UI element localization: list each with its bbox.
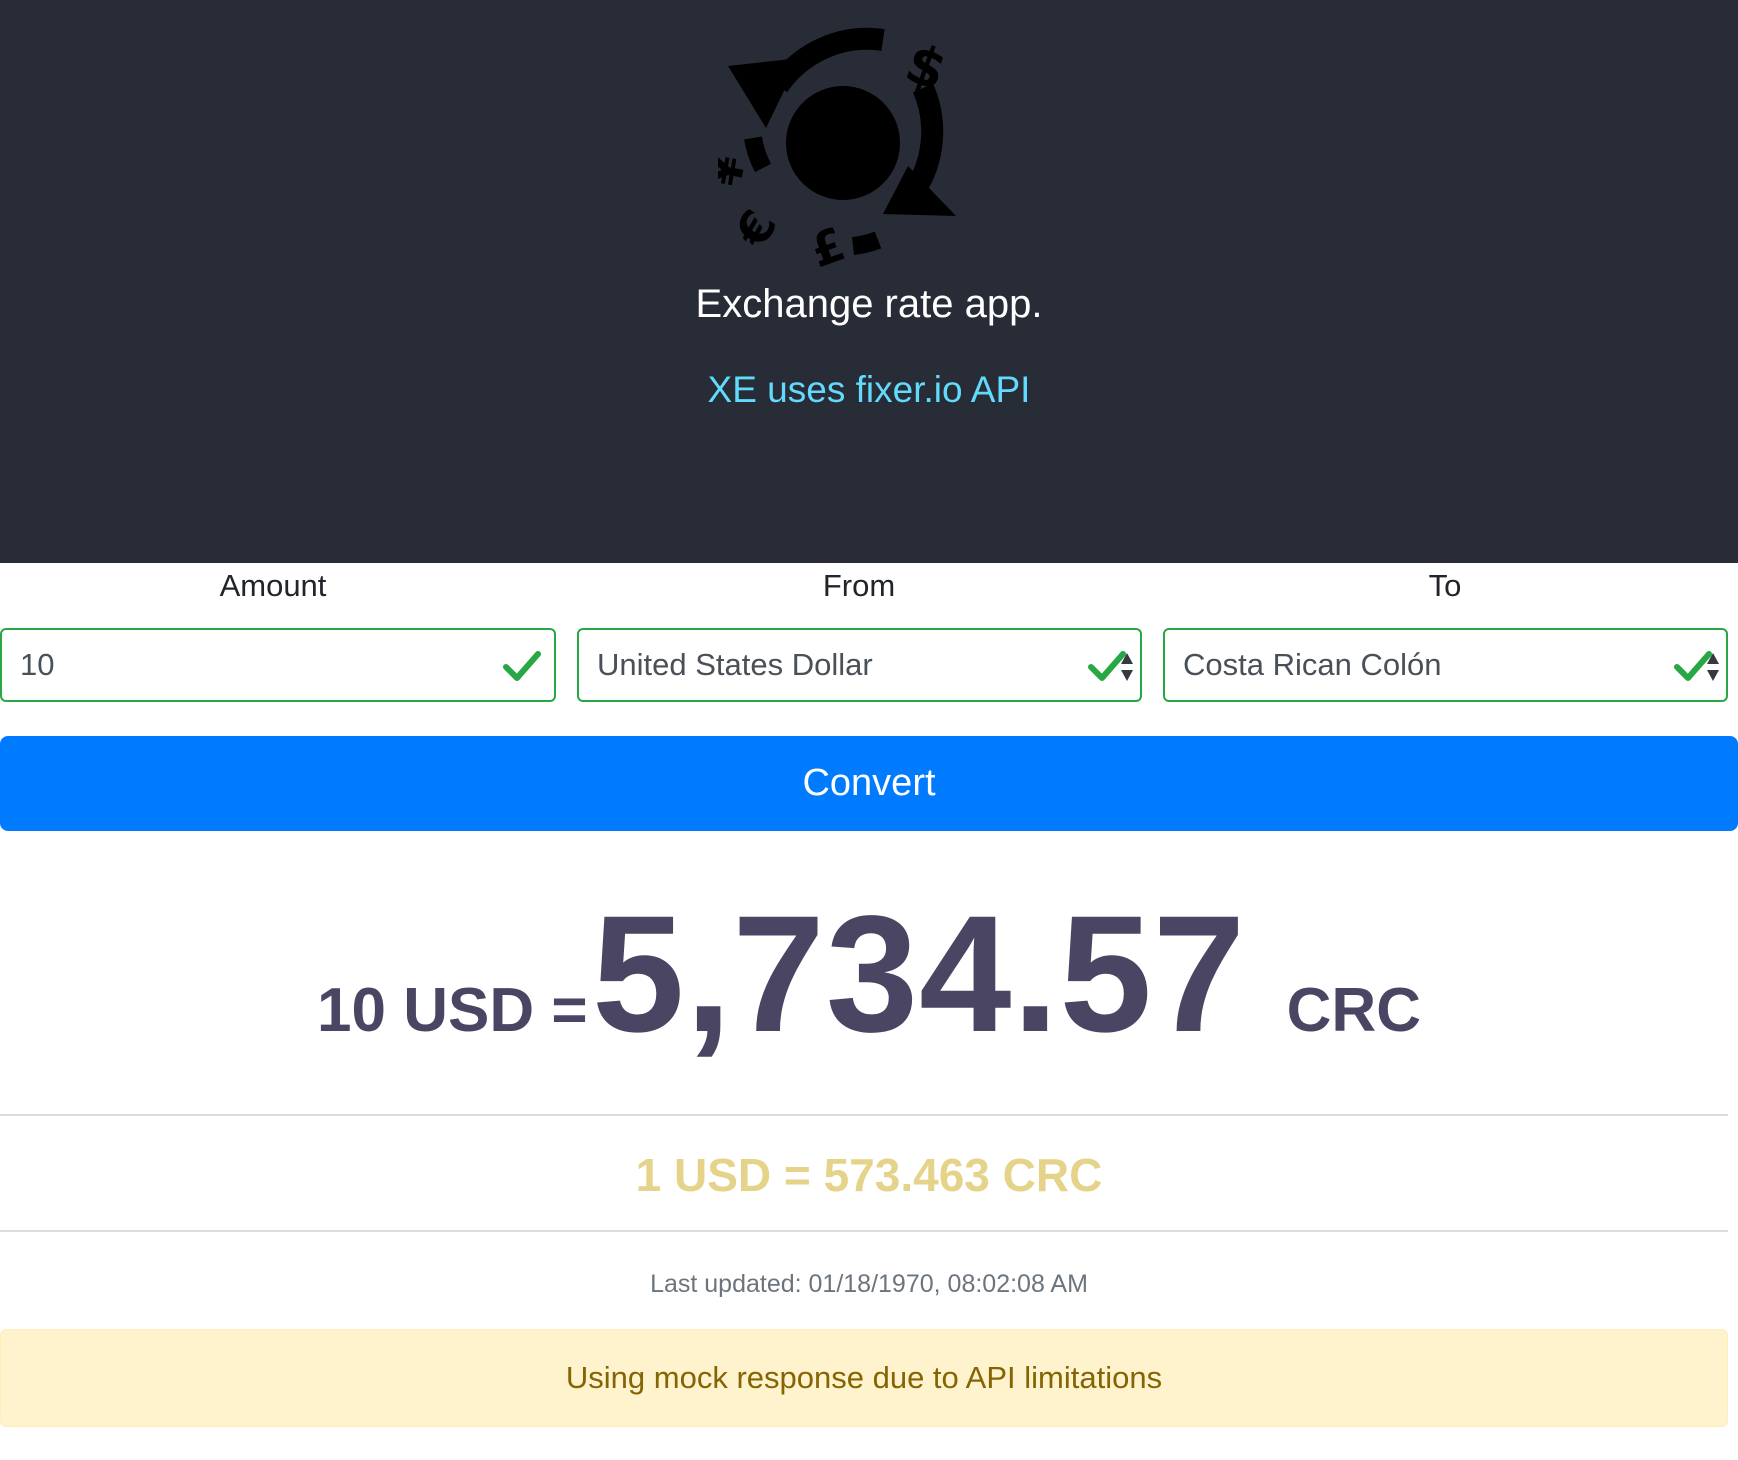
- divider: [0, 1114, 1728, 1116]
- currency-exchange-icon: $ ¥ € £: [718, 27, 956, 268]
- page: $ ¥ € £ Exchange rate app. XE uses fixer…: [0, 0, 1738, 1460]
- header: $ ¥ € £ Exchange rate app. XE uses fixer…: [0, 0, 1738, 563]
- select-arrows-icon: [1707, 653, 1719, 681]
- result-prefix: 10 USD =: [317, 976, 588, 1045]
- from-currency-value: United States Dollar: [597, 647, 873, 682]
- last-updated: Last updated: 01/18/1970, 08:02:08 AM: [650, 1270, 1088, 1298]
- unit-rate: 1 USD = 573.463 CRC: [635, 1149, 1103, 1201]
- from-label: From: [822, 568, 896, 603]
- result-currency: CRC: [1286, 976, 1421, 1045]
- select-arrows-icon: [1121, 653, 1133, 681]
- to-label: To: [1428, 568, 1462, 603]
- svg-text:£: £: [803, 217, 852, 268]
- from-currency-select[interactable]: United States Dollar: [577, 628, 1142, 702]
- svg-text:$: $: [898, 31, 955, 103]
- convert-button[interactable]: Convert: [0, 736, 1738, 831]
- api-link[interactable]: XE uses fixer.io API: [0, 360, 1738, 420]
- svg-text:€: €: [724, 201, 787, 257]
- amount-input[interactable]: 10: [0, 628, 556, 702]
- amount-input-value: 10: [20, 647, 55, 682]
- amount-label: Amount: [219, 568, 327, 603]
- to-currency-select[interactable]: Costa Rican Colón: [1163, 628, 1728, 702]
- to-currency-value: Costa Rican Colón: [1183, 647, 1442, 682]
- result-value: 5,734.57: [592, 882, 1247, 1067]
- conversion-result: 10 USD = 5,734.57 CRC: [0, 880, 1738, 1080]
- valid-check-icon: [503, 651, 541, 681]
- divider: [0, 1230, 1728, 1232]
- mock-response-alert: Using mock response due to API limitatio…: [0, 1329, 1728, 1427]
- app-title: Exchange rate app.: [695, 282, 1043, 326]
